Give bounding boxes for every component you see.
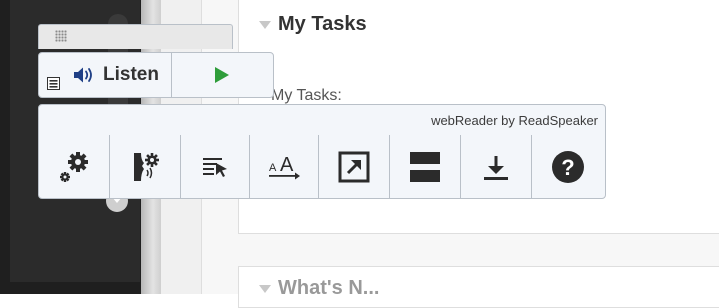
play-icon: [214, 66, 230, 84]
panel-title: My Tasks: [278, 13, 367, 35]
readspeaker-tools-panel: webReader by ReadSpeaker A A ?: [38, 104, 606, 199]
brand-text: webReader by ReadSpeaker: [431, 113, 598, 128]
menu-button[interactable]: [39, 53, 67, 97]
svg-text:A: A: [280, 154, 294, 176]
page-mask-icon: [408, 150, 442, 184]
popup-icon: [337, 150, 371, 184]
download-icon: [481, 152, 511, 182]
settings-icon: [57, 150, 91, 184]
voice-settings-icon: [128, 150, 162, 184]
svg-text:A: A: [269, 162, 277, 174]
settings-button[interactable]: [39, 135, 110, 198]
collapse-caret-icon[interactable]: [259, 20, 271, 29]
listen-label: Listen: [103, 64, 159, 85]
svg-text:?: ?: [561, 155, 574, 180]
listen-button[interactable]: Listen: [67, 53, 172, 97]
drag-handle[interactable]: [38, 24, 233, 49]
panel-subtitle: My Tasks:: [271, 87, 342, 104]
text-mode-icon: A A: [266, 151, 302, 183]
help-button[interactable]: ?: [532, 135, 603, 198]
voice-settings-button[interactable]: [110, 135, 181, 198]
menu-icon[interactable]: [46, 77, 60, 90]
help-icon: ?: [550, 149, 586, 185]
whats-new-panel: What's N...: [238, 266, 719, 308]
tools-row: A A ?: [39, 135, 603, 198]
click-and-listen-button[interactable]: [181, 135, 250, 198]
text-settings-button[interactable]: A A: [250, 135, 319, 198]
popup-button[interactable]: [319, 135, 390, 198]
drag-grip-icon[interactable]: [55, 30, 67, 42]
panel-title-2: What's N...: [278, 277, 380, 299]
download-button[interactable]: [461, 135, 532, 198]
collapse-caret-icon[interactable]: [259, 284, 271, 293]
panel-header-2[interactable]: What's N...: [239, 267, 719, 300]
page-mask-button[interactable]: [390, 135, 461, 198]
panel-header[interactable]: My Tasks: [239, 0, 719, 36]
speaker-icon: [73, 65, 95, 85]
click-and-listen-icon: [200, 152, 230, 182]
play-button[interactable]: [172, 53, 273, 97]
readspeaker-bar: Listen: [38, 52, 274, 98]
